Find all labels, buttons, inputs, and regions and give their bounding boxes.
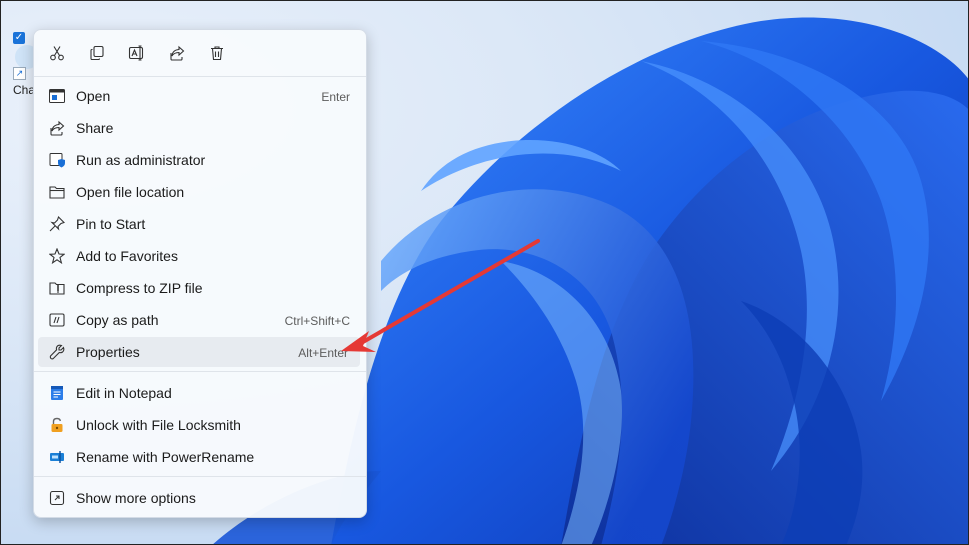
menu-item-shortcut: Ctrl+Shift+C [284,314,350,328]
cut-icon [50,46,64,61]
menu-separator [34,476,366,477]
menu-item-label: Properties [76,344,140,360]
desktop-icon-label: Cha [13,83,36,97]
menu-item-label: Compress to ZIP file [76,280,203,296]
show-more-icon [48,490,66,506]
menu-item-label: Pin to Start [76,216,146,232]
share-button[interactable] [162,39,192,67]
menu-item-label: Open [76,88,111,104]
menu-item-run-as-administrator[interactable]: Run as administrator [38,145,360,175]
menu-item-copy-as-path[interactable]: Copy as path Ctrl+Shift+C [38,305,360,335]
menu-item-add-to-favorites[interactable]: Add to Favorites [38,241,360,271]
shortcut-arrow-icon: ↗ [13,67,26,80]
menu-item-label: Open file location [76,184,185,200]
context-menu: Open Enter Share Run as administrator Op… [33,29,367,518]
menu-item-label: Show more options [76,490,196,506]
delete-button[interactable] [202,39,232,67]
copy-path-icon [48,312,66,328]
rename-icon [128,45,144,61]
open-icon [48,88,66,104]
menu-item-shortcut: Alt+Enter [298,346,348,360]
desktop: ✓ ↗ Cha Open Enter Share Run as administ… [0,0,969,545]
menu-item-label: Share [76,120,114,136]
menu-item-label: Copy as path [76,312,159,328]
menu-item-edit-in-notepad[interactable]: Edit in Notepad [38,378,360,408]
wrench-icon [48,344,66,360]
menu-item-shortcut: Enter [321,90,350,104]
folder-icon [48,184,66,200]
menu-item-share[interactable]: Share [38,113,360,143]
menu-item-show-more-options[interactable]: Show more options [38,483,360,513]
menu-item-open-file-location[interactable]: Open file location [38,177,360,207]
copy-icon [90,45,104,61]
menu-item-label: Edit in Notepad [76,385,172,401]
checkbox-icon[interactable]: ✓ [13,32,25,44]
copy-button[interactable] [82,39,112,67]
menu-item-label: Add to Favorites [76,248,178,264]
powerrename-icon [48,449,66,465]
menu-item-label: Rename with PowerRename [76,449,255,465]
delete-icon [211,46,223,61]
zip-folder-icon [48,280,66,296]
rename-button[interactable] [122,39,152,67]
menu-item-label: Unlock with File Locksmith [76,417,241,433]
menu-item-compress-to-zip[interactable]: Compress to ZIP file [38,273,360,303]
menu-item-unlock-with-file-locksmith[interactable]: Unlock with File Locksmith [38,410,360,440]
cut-button[interactable] [42,39,72,67]
share-icon [170,45,185,61]
context-menu-toolbar [34,30,366,76]
menu-item-pin-to-start[interactable]: Pin to Start [38,209,360,239]
lock-icon [48,417,66,433]
menu-item-label: Run as administrator [76,152,206,168]
menu-separator [34,371,366,372]
admin-shield-icon [48,152,66,168]
menu-item-open[interactable]: Open Enter [38,81,360,111]
menu-item-rename-with-powerrename[interactable]: Rename with PowerRename [38,442,360,472]
menu-separator [34,76,366,77]
star-icon [48,248,66,264]
share-icon [48,120,66,136]
pin-icon [48,216,66,232]
notepad-icon [48,385,66,401]
menu-item-properties[interactable]: Properties Alt+Enter [38,337,360,367]
